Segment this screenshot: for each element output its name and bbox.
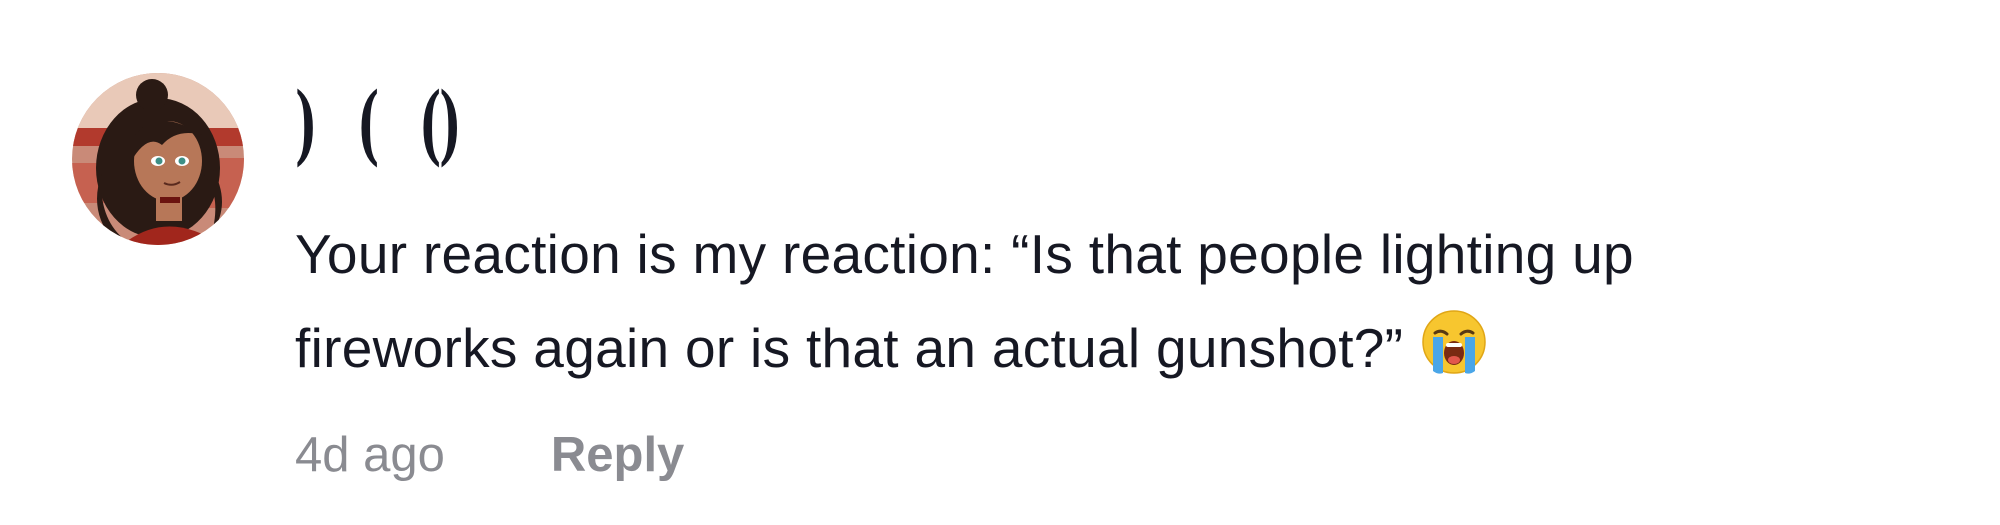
username-glyph: (	[357, 74, 379, 175]
username-glyph: )	[295, 74, 317, 175]
comment-text-line-content: fireworks again or is that an actual gun…	[295, 317, 1404, 379]
reply-button[interactable]: Reply	[551, 427, 684, 483]
avatar-image	[72, 73, 244, 245]
comment-text: Your reaction is my reaction: “Is that p…	[295, 207, 1955, 395]
comment-text-line: Your reaction is my reaction: “Is that p…	[295, 223, 1634, 285]
loudly-crying-face-emoji-icon	[1422, 310, 1487, 374]
comment-item: ) ( () Your reaction is my reaction: “Is…	[0, 0, 2000, 525]
comment-meta: 4d ago Reply	[295, 425, 684, 485]
user-avatar[interactable]	[72, 73, 244, 245]
comment-timestamp: 4d ago	[295, 428, 445, 482]
comment-username[interactable]: ) ( ()	[295, 82, 467, 172]
username-glyph: ()	[419, 74, 462, 175]
comment-text-line: fireworks again or is that an actual gun…	[295, 301, 1955, 395]
